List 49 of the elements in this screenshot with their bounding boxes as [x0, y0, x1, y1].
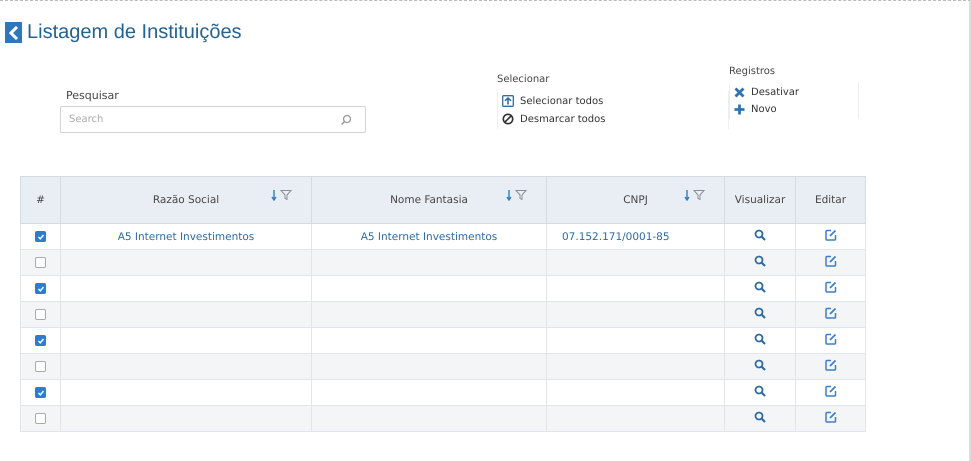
action-link[interactable]: Novo	[734, 104, 777, 115]
action-link[interactable]: Desativar	[734, 87, 800, 98]
search-icon[interactable]	[754, 333, 766, 345]
sort-filter-icon	[271, 189, 293, 201]
search-icon[interactable]	[754, 411, 766, 423]
edit-icon[interactable]	[824, 255, 836, 267]
column-header[interactable]: CNPJ	[546, 176, 724, 224]
edit-icon[interactable]	[824, 307, 836, 319]
group-title: Selecionar	[497, 74, 550, 85]
edit-icon[interactable]	[824, 359, 836, 371]
column-header: Editar	[796, 176, 866, 224]
page-title: Listagem de Instituições	[27, 21, 242, 44]
edit-icon[interactable]	[824, 281, 836, 293]
search-icon[interactable]	[754, 359, 766, 371]
search-icon[interactable]	[754, 385, 766, 397]
ban-icon	[502, 113, 514, 125]
edit-icon[interactable]	[824, 385, 836, 397]
back-button[interactable]	[5, 22, 22, 43]
row-checkbox[interactable]	[35, 309, 46, 320]
sort-filter-icon	[684, 189, 706, 201]
edit-icon[interactable]	[824, 229, 836, 241]
column-header: Visualizar	[724, 176, 796, 224]
edit-icon[interactable]	[824, 411, 836, 423]
plus-icon	[734, 104, 745, 115]
row-checkbox[interactable]	[35, 361, 46, 372]
column-header: #	[20, 176, 60, 224]
row-checkbox[interactable]	[35, 413, 46, 424]
search-icon[interactable]	[754, 307, 766, 319]
arrow-up-box-icon	[502, 95, 514, 107]
edit-icon[interactable]	[824, 333, 836, 345]
search-label: Pesquisar	[65, 89, 120, 102]
row-checkbox[interactable]	[35, 231, 46, 242]
search-icon	[340, 114, 352, 126]
row-checkbox[interactable]	[35, 257, 46, 268]
row-checkbox[interactable]	[35, 387, 46, 398]
column-header[interactable]: Nome Fantasia	[312, 176, 546, 224]
chevron-left-icon	[8, 26, 18, 40]
search-icon[interactable]	[754, 229, 766, 241]
row-checkbox[interactable]	[35, 283, 46, 294]
search-icon[interactable]	[754, 255, 766, 267]
group-title: Registros	[729, 66, 776, 77]
action-link[interactable]: Selecionar todos	[502, 95, 604, 107]
search-icon[interactable]	[754, 281, 766, 293]
column-header[interactable]: Razão Social	[60, 176, 312, 224]
search-field[interactable]: Search	[60, 106, 366, 133]
row-checkbox[interactable]	[35, 335, 46, 346]
action-link[interactable]: Desmarcar todos	[502, 113, 606, 125]
close-icon	[734, 87, 745, 98]
sort-filter-icon	[506, 189, 528, 201]
